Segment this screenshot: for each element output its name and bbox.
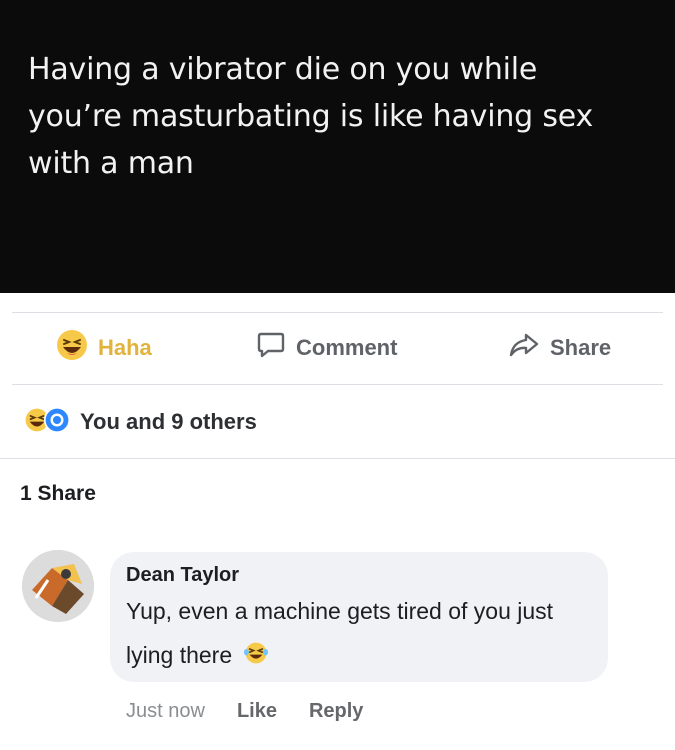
post-image[interactable]: Having a vibrator die on you while you’r…	[0, 0, 675, 293]
share-arrow-icon	[508, 330, 540, 366]
divider-actions	[12, 384, 663, 385]
haha-emoji-icon	[56, 329, 88, 367]
comment-meta: Just now Like Reply	[126, 700, 363, 723]
comment-reply-button[interactable]: Reply	[309, 700, 363, 723]
comment-like-button[interactable]: Like	[237, 700, 277, 723]
avatar[interactable]	[22, 550, 94, 622]
haha-button[interactable]: Haha	[56, 314, 152, 382]
care-emoji-icon	[44, 406, 70, 438]
comment-author[interactable]: Dean Taylor	[126, 564, 592, 587]
comment-label: Comment	[296, 335, 398, 360]
post-text: Having a vibrator die on you while you’r…	[28, 52, 594, 181]
haha-label: Haha	[98, 335, 152, 360]
comment-text: Yup, even a machine gets tired of you ju…	[126, 589, 592, 679]
share-label: Share	[550, 335, 612, 360]
divider-reactions	[0, 458, 675, 459]
comment-body: Yup, even a machine gets tired of you ju…	[126, 598, 554, 668]
laughing-emoji-icon	[243, 635, 269, 679]
comment-bubble[interactable]: Dean Taylor Yup, even a machine gets tir…	[110, 552, 608, 682]
comment-button[interactable]: Comment	[256, 314, 397, 382]
share-button[interactable]: Share	[508, 314, 611, 382]
divider-top	[12, 312, 663, 313]
reactions-text: You and 9 others	[80, 409, 257, 434]
shares-count[interactable]: 1 Share	[20, 482, 96, 506]
reaction-icons	[24, 406, 70, 438]
comment-timestamp[interactable]: Just now	[126, 700, 205, 723]
reactions-summary[interactable]: You and 9 others	[24, 402, 257, 442]
action-bar: Haha Comment Share	[0, 314, 675, 382]
comment-bubble-icon	[256, 330, 286, 366]
